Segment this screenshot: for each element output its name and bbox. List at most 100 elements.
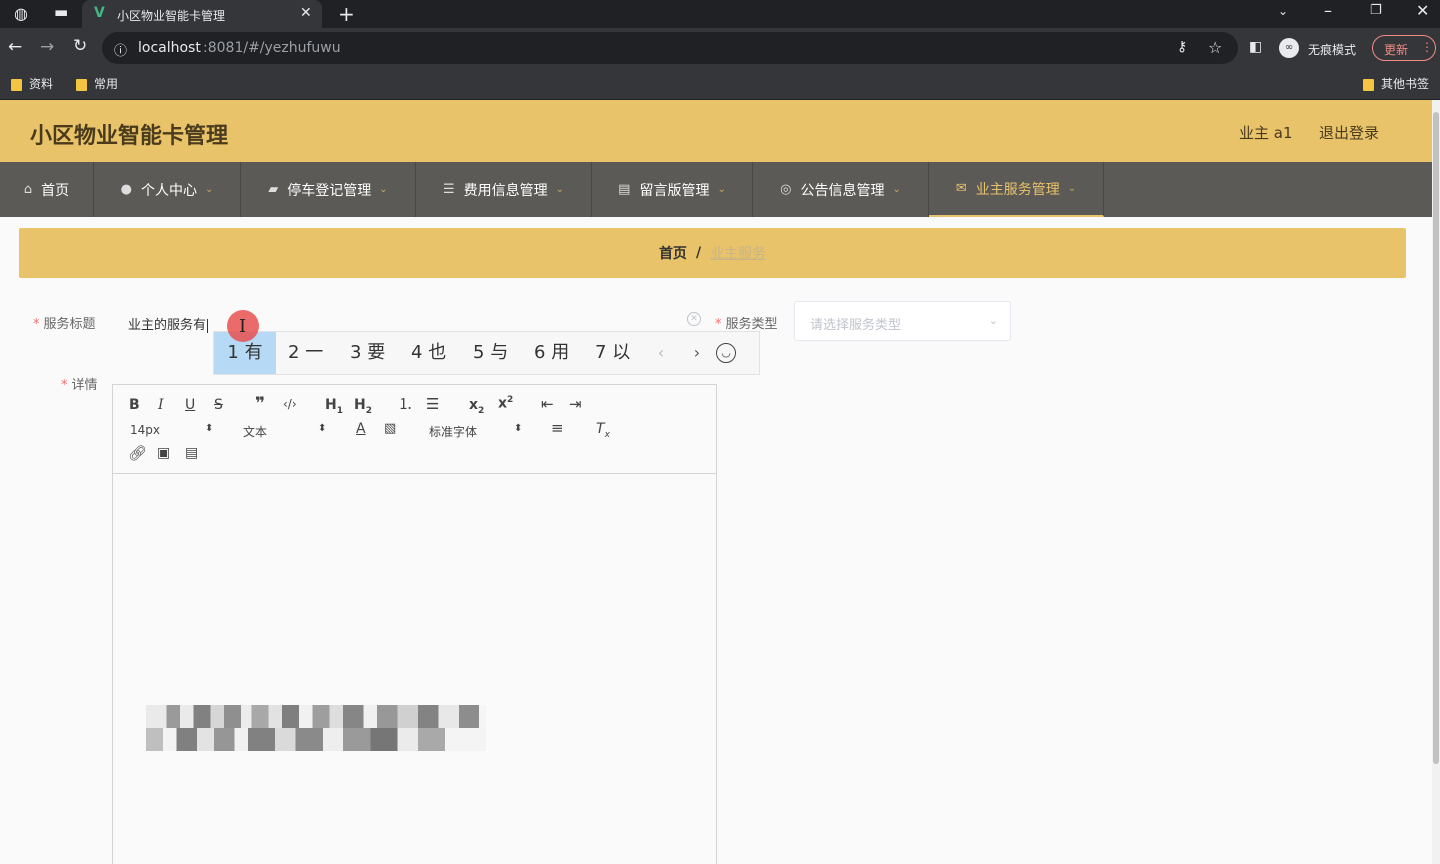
ordered-list-icon[interactable]: ⒈ [398,397,413,412]
nav-item-home[interactable]: ⌂ 首页 [0,162,94,217]
title-label-text: 服务标题 [43,317,96,332]
sidepanel-icon[interactable]: ◧ [1249,40,1262,54]
clear-format-icon[interactable]: Tx [596,422,610,440]
breadcrumb: 首页 / 业主服务 [19,228,1406,278]
chevron-down-icon: ⌄ [717,184,726,195]
tab-search-icon[interactable]: ⌄ [1278,5,1288,17]
ime-candidate-bar: 1 有 2 一 3 要 4 也 5 与 6 用 7 以 ‹ › ◡ [213,331,760,375]
key-icon[interactable]: ⚷ [1177,39,1187,55]
nav-item-parking[interactable]: ▰ 停车登记管理 ⌄ [241,162,416,217]
ime-candidate[interactable]: 5 与 [473,332,508,374]
minimize-icon[interactable]: – [1324,3,1332,19]
ime-candidate-num: 5 [473,342,485,363]
image-icon[interactable]: ▣ [157,446,170,460]
tab-window-icon[interactable]: ▬ [54,5,68,20]
detail-label: * 详情 [61,374,98,393]
nav-item-notices[interactable]: ◎ 公告信息管理 ⌄ [753,162,929,217]
outdent-icon[interactable]: ⇤ [541,397,554,412]
reload-icon[interactable]: ↻ [73,38,87,55]
ime-candidate-num: 6 [534,342,546,363]
ime-candidate[interactable]: 4 也 [411,332,446,374]
background-color-icon[interactable]: ▧ [384,422,396,435]
back-icon[interactable]: ← [8,39,22,56]
bold-icon[interactable]: B [129,398,140,412]
browser-tab[interactable]: V 小区物业智能卡管理 ✕ [82,0,322,28]
nav-item-fees[interactable]: ☰ 费用信息管理 ⌄ [416,162,592,217]
ime-candidate[interactable]: 6 用 [534,332,569,374]
nav-item-messages[interactable]: ▤ 留言版管理 ⌄ [592,162,753,217]
nav-label: 首页 [41,182,70,199]
font-color-icon[interactable]: A [356,422,366,436]
bullet-list-icon[interactable]: ☰ [426,397,439,412]
ime-candidate[interactable]: 2 一 [288,332,323,374]
ime-candidate[interactable]: 7 以 [595,332,630,374]
title-input[interactable]: 业主的服务有 [128,314,209,333]
type-label-text: 服务类型 [725,317,778,332]
other-bookmarks[interactable]: 其他书签 [1363,75,1429,92]
underline-icon[interactable]: U [185,398,195,412]
ime-next-icon[interactable]: › [680,332,714,374]
window-close-icon[interactable]: ✕ [1416,3,1429,19]
emoji-icon[interactable]: ◡ [716,343,736,363]
ime-candidate-char: 一 [305,342,324,363]
close-tab-icon[interactable]: ✕ [300,5,312,21]
new-tab-icon[interactable]: + [338,4,355,24]
ime-candidate-char: 以 [612,342,631,363]
chevron-down-icon: ⌄ [1067,183,1077,194]
bookmark-label: 资料 [29,77,54,91]
home-icon: ⌂ [23,182,33,197]
nav-item-owner-service[interactable]: ✉ 业主服务管理 ⌄ [929,162,1104,217]
blockquote-icon[interactable]: ❞ [255,396,265,413]
service-type-select[interactable]: 请选择服务类型 ⌄ [794,301,1011,341]
subscript-icon[interactable]: x2 [469,398,484,416]
list-icon: ☰ [442,182,455,197]
italic-icon[interactable]: I [158,398,164,412]
select-placeholder: 请选择服务类型 [810,318,902,333]
font-family-select[interactable]: 标准字体 ⬍ [429,423,524,439]
align-icon[interactable]: ≡ [551,421,564,436]
scrollbar-thumb[interactable] [1433,112,1439,764]
forward-icon[interactable]: → [40,39,54,56]
code-block-icon[interactable]: ‹/› [283,398,297,410]
bookmark-item[interactable]: 常用 [76,75,118,92]
strike-icon[interactable]: S [214,398,223,412]
h1-icon[interactable]: H1 [325,398,343,416]
logout-link[interactable]: 退出登录 [1319,122,1379,143]
update-label: 更新 [1384,43,1409,57]
ime-candidate-char: 用 [551,342,570,363]
star-icon[interactable]: ☆ [1208,38,1222,57]
document-icon: ▤ [618,182,631,197]
incognito-label: 无痕模式 [1308,43,1357,57]
ime-candidate[interactable]: 3 要 [350,332,385,374]
info-icon[interactable]: ⓘ [114,40,127,59]
globe-icon[interactable]: ◍ [14,6,28,22]
chevron-down-icon: ⌄ [892,184,901,195]
h2-icon[interactable]: H2 [354,398,372,416]
ime-prev-icon[interactable]: ‹ [644,332,678,374]
superscript-icon[interactable]: x2 [498,396,513,411]
font-size-select[interactable]: 14px ⬍ [130,423,215,437]
clear-icon[interactable]: ✕ [687,312,701,326]
ime-candidate-num: 4 [411,342,423,363]
ime-candidate-num: 7 [595,342,607,363]
bookmark-item[interactable]: 资料 [11,75,53,92]
folder-icon [1363,78,1374,91]
nav-item-profile[interactable]: ● 个人中心 ⌄ [94,162,241,217]
header-select[interactable]: 文本 ⬍ [243,423,329,439]
nav-label: 个人中心 [140,182,197,199]
link-icon[interactable]: 🔗︎ [128,446,147,461]
header-value: 文本 [243,425,268,439]
mail-icon: ✉ [955,181,967,196]
chevron-down-icon: ⌄ [988,314,998,327]
url-host: localhost [138,40,201,56]
briefcase-icon: ▰ [268,182,279,197]
video-icon[interactable]: ▤ [185,446,198,460]
incognito-icon: ∞ [1279,38,1299,58]
breadcrumb-home[interactable]: 首页 [659,243,687,263]
update-button[interactable]: 更新 ⋮ [1372,35,1436,61]
detail-label-text: 详情 [71,378,98,393]
chevron-down-icon: ⌄ [204,184,214,195]
restore-icon[interactable]: ❐ [1370,4,1382,17]
indent-icon[interactable]: ⇥ [569,397,582,412]
address-bar[interactable]: ⓘ localhost :8081/#/yezhufuwu ⚷ ☆ [102,32,1238,64]
